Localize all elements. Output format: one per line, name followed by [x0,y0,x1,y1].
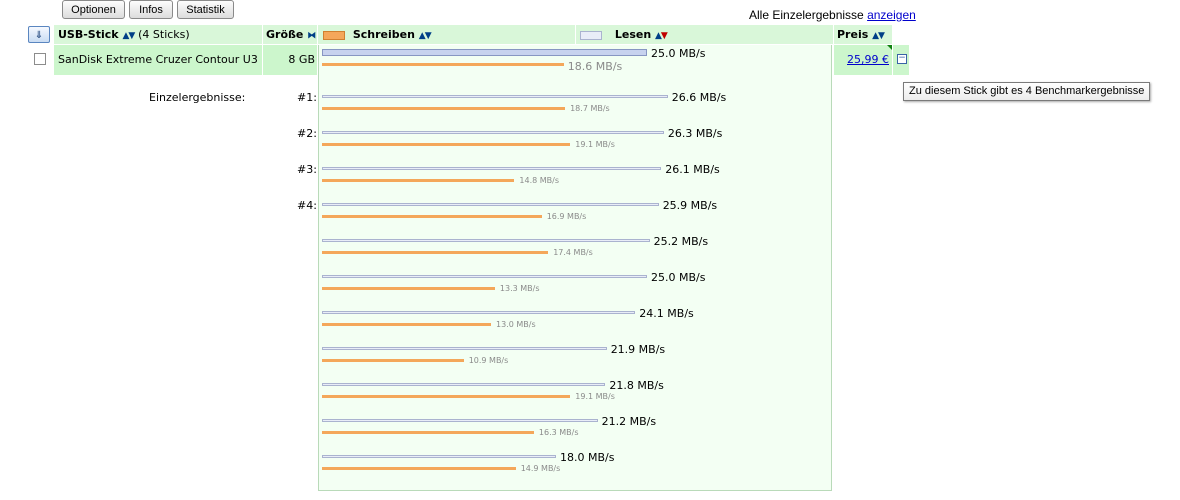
result-write-label: 19.1 MB/s [575,140,615,149]
optionen-button[interactable]: Optionen [62,0,125,19]
result-read-bar [322,455,556,458]
result-write-label: 13.3 MB/s [499,284,540,293]
result-read-label: 21.8 MB/s [609,379,664,392]
result-write-label: 19.1 MB/s [575,392,615,401]
infos-button[interactable]: Infos [129,0,173,19]
result-index: #4: [297,199,317,212]
result-read-bar [322,347,607,350]
result-write-bar [322,359,464,362]
corner-marker-icon [887,45,892,50]
average-write-bar [322,63,564,66]
product-name: SanDisk Extreme Cruzer Contour U3 [58,53,258,66]
result-read-label: 21.9 MB/s [610,343,666,356]
product-name-cell: SanDisk Extreme Cruzer Contour U3 [54,45,262,75]
result-write-bar [322,395,571,398]
result-write-label: 16.3 MB/s [538,428,579,437]
result-read-bar [322,203,659,206]
result-write-label: 18.7 MB/s [570,104,610,113]
sort-toggle-button[interactable]: ⇓ [28,26,50,43]
result-read-label: 26.1 MB/s [665,163,720,176]
result-read-bar [322,419,598,422]
result-write-bar [322,323,491,326]
result-write-bar [322,215,542,218]
down-arrow-icon: ⇓ [34,30,44,41]
header-size[interactable]: Größe ⧓ [263,25,317,44]
product-size: 8 GB [288,53,315,66]
result-read-label: 24.1 MB/s [639,307,694,320]
product-size-cell: 8 GB [263,45,317,75]
write-legend-swatch-icon [323,30,345,40]
result-write-bar [322,287,495,290]
header-price[interactable]: Preis ▲▼ [834,25,892,44]
header-usb-stick[interactable]: USB-Stick ▲▼ (4 Sticks) [54,25,262,44]
result-write-bar [322,179,515,182]
result-read-bar [322,131,664,134]
result-write-bar [322,431,534,434]
result-index: #1: [297,91,317,104]
result-write-bar [322,107,566,110]
write-header-label: Schreiben [352,28,415,41]
result-write-label: 16.9 MB/s [546,212,587,221]
minus-box-icon[interactable]: − [897,54,907,64]
header-write[interactable]: Schreiben ▲▼ [318,25,575,44]
product-price-link[interactable]: 25,99 € [847,53,889,66]
result-index: #2: [297,127,317,140]
price-header-label: Preis [837,28,869,41]
result-read-label: 26.3 MB/s [667,127,723,140]
product-checkbox-cell [28,45,52,75]
average-read-label: 25.0 MB/s [651,47,706,60]
result-write-label: 13.0 MB/s [496,320,536,329]
stick-count: (4 Sticks) [138,28,190,41]
sort-bidirectional-icon[interactable]: ⧓ [307,31,316,41]
usb-stick-header-label: USB-Stick [58,28,119,41]
single-results-label: Einzelergebnisse: [149,91,246,104]
all-results-label: Alle Einzelergebnisse [749,8,864,22]
sort-arrows-icon[interactable]: ▲▼ [419,31,432,41]
result-read-label: 25.0 MB/s [651,271,706,284]
result-write-label: 17.4 MB/s [553,248,593,257]
show-all-results-link[interactable]: anzeigen [867,8,916,22]
result-read-label: 26.6 MB/s [671,91,727,104]
product-checkbox[interactable] [34,53,46,65]
result-write-bar [322,251,549,254]
size-header-label: Größe [266,28,304,41]
result-write-label: 14.8 MB/s [519,176,559,185]
sort-arrows-icon[interactable]: ▲▼ [655,31,668,41]
result-write-bar [322,143,571,146]
average-read-bar [322,49,647,56]
result-read-label: 21.2 MB/s [601,415,657,428]
read-header-label: Lesen [614,28,652,41]
result-write-label: 10.9 MB/s [468,356,509,365]
result-read-label: 25.2 MB/s [653,235,709,248]
statistik-button[interactable]: Statistik [177,0,234,19]
all-results-text: Alle Einzelergebnisse anzeigen [749,8,916,22]
result-read-label: 18.0 MB/s [560,451,615,464]
result-read-bar [322,95,668,98]
sort-arrows-icon[interactable]: ▲▼ [872,31,885,41]
result-write-label: 14.9 MB/s [520,464,561,473]
benchmark-count-tooltip: Zu diesem Stick gibt es 4 Benchmarkergeb… [903,82,1151,101]
result-read-bar [322,167,662,170]
header-read[interactable]: Lesen ▲▼ [576,25,833,44]
result-read-bar [322,383,606,386]
result-read-bar [322,311,636,314]
collapse-cell: − [893,45,909,75]
result-write-bar [322,467,516,470]
result-index: #3: [297,163,317,176]
result-read-bar [322,239,650,242]
read-legend-swatch-icon [580,30,602,40]
sort-arrows-icon[interactable]: ▲▼ [122,31,135,41]
average-write-label: 18.6 MB/s [567,60,623,73]
result-read-bar [322,275,647,278]
result-read-label: 25.9 MB/s [662,199,718,212]
product-price-cell: 25,99 € [834,45,892,75]
